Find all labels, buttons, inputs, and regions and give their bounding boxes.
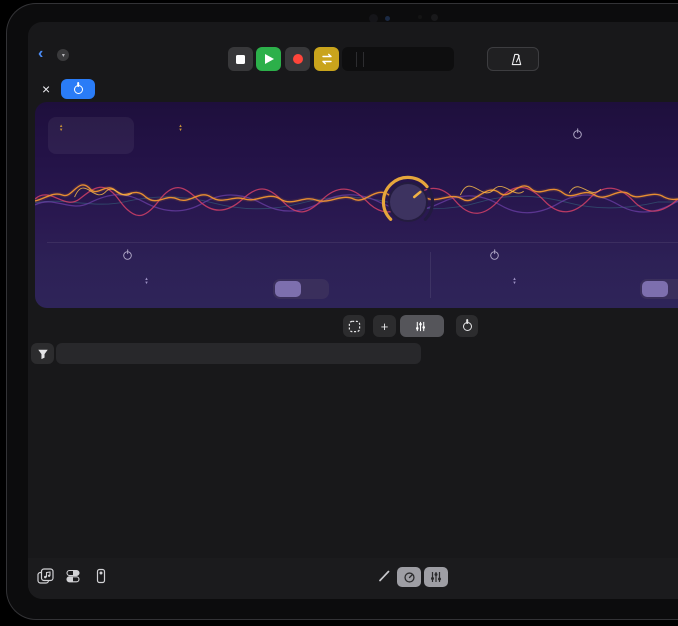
marquee-select-button[interactable] <box>343 315 365 337</box>
meter-bridge <box>28 343 678 366</box>
lowcut-resonance[interactable] <box>215 274 269 277</box>
level-control[interactable] <box>653 123 678 125</box>
plugin-power-button[interactable] <box>61 79 95 99</box>
record-icon <box>293 54 303 64</box>
loops-browser-icon[interactable] <box>37 568 54 590</box>
pencil-icon[interactable] <box>376 568 392 589</box>
mix-faders-icon <box>415 321 426 332</box>
stepper-icon: ▴▾ <box>513 277 515 285</box>
plugin-port-icon[interactable] <box>93 568 109 589</box>
knob-icon <box>403 571 416 584</box>
chromaglow-panel: ▴▾ ▴▾ <box>35 102 678 308</box>
smart-controls-button[interactable] <box>397 567 421 587</box>
record-button[interactable] <box>285 47 310 71</box>
close-icon[interactable]: × <box>42 82 50 96</box>
lowcut-pre-post-toggle[interactable] <box>273 279 329 299</box>
divider <box>47 242 678 243</box>
lcd-display[interactable] <box>342 47 454 71</box>
lowcut-frequency[interactable] <box>165 274 221 277</box>
faders-icon <box>430 571 442 583</box>
count-in-button[interactable] <box>487 47 539 71</box>
power-icon <box>463 322 472 331</box>
channel-strips <box>28 366 678 558</box>
highcut-power-icon[interactable] <box>490 251 499 260</box>
status-bar <box>42 26 50 40</box>
visible-range-highlight <box>56 343 421 364</box>
back-chevron-icon[interactable]: ‹ <box>38 46 43 62</box>
cycle-icon <box>320 53 334 65</box>
stop-button[interactable] <box>228 47 253 71</box>
post-button[interactable] <box>668 281 678 297</box>
highcut-pre-post-toggle[interactable] <box>640 279 678 299</box>
stop-icon <box>236 55 245 64</box>
mixer-view-button[interactable] <box>424 567 448 587</box>
lowcut-power-icon[interactable] <box>123 251 132 260</box>
highcut-frequency[interactable] <box>533 274 589 277</box>
model-selector[interactable]: ▴▾ <box>48 117 134 154</box>
transport-bar: ‹ ▾ <box>28 44 678 76</box>
cycle-button[interactable] <box>314 47 339 71</box>
highcut-resonance[interactable] <box>582 274 636 277</box>
bypass-control[interactable] <box>585 123 641 125</box>
power-icon <box>74 85 83 94</box>
camera-lens <box>385 16 390 21</box>
marquee-icon <box>348 320 361 333</box>
mixer-power-button[interactable] <box>456 315 478 337</box>
stepper-icon: ▴▾ <box>145 277 147 285</box>
sensor-dot2 <box>431 14 438 21</box>
pre-button[interactable] <box>275 281 301 297</box>
bottom-toolbar <box>28 558 678 599</box>
style-selector[interactable]: ▴▾ <box>147 122 211 132</box>
sensor-dot <box>418 15 422 19</box>
play-icon <box>265 54 274 64</box>
screen: ‹ ▾ <box>28 22 678 599</box>
mix-button[interactable] <box>400 315 444 337</box>
pre-button[interactable] <box>642 281 668 297</box>
metronome-icon <box>510 53 523 66</box>
tracks-icon[interactable] <box>65 568 81 589</box>
stepper-icon: ▴▾ <box>60 124 62 132</box>
bypass-power-icon[interactable] <box>573 130 582 139</box>
plugin-header: × <box>28 76 678 102</box>
title-dropdown-icon[interactable]: ▾ <box>57 49 69 61</box>
play-button[interactable] <box>256 47 281 71</box>
filter-icon <box>37 348 49 360</box>
waveform-display <box>35 156 678 244</box>
filter-button[interactable] <box>31 343 54 364</box>
add-track-button[interactable]: + <box>373 315 396 337</box>
divider <box>430 252 431 298</box>
stepper-icon: ▴▾ <box>179 124 181 132</box>
post-button[interactable] <box>301 281 327 297</box>
drive-knob[interactable] <box>380 174 436 230</box>
mixer-toolbar: + <box>28 311 678 341</box>
